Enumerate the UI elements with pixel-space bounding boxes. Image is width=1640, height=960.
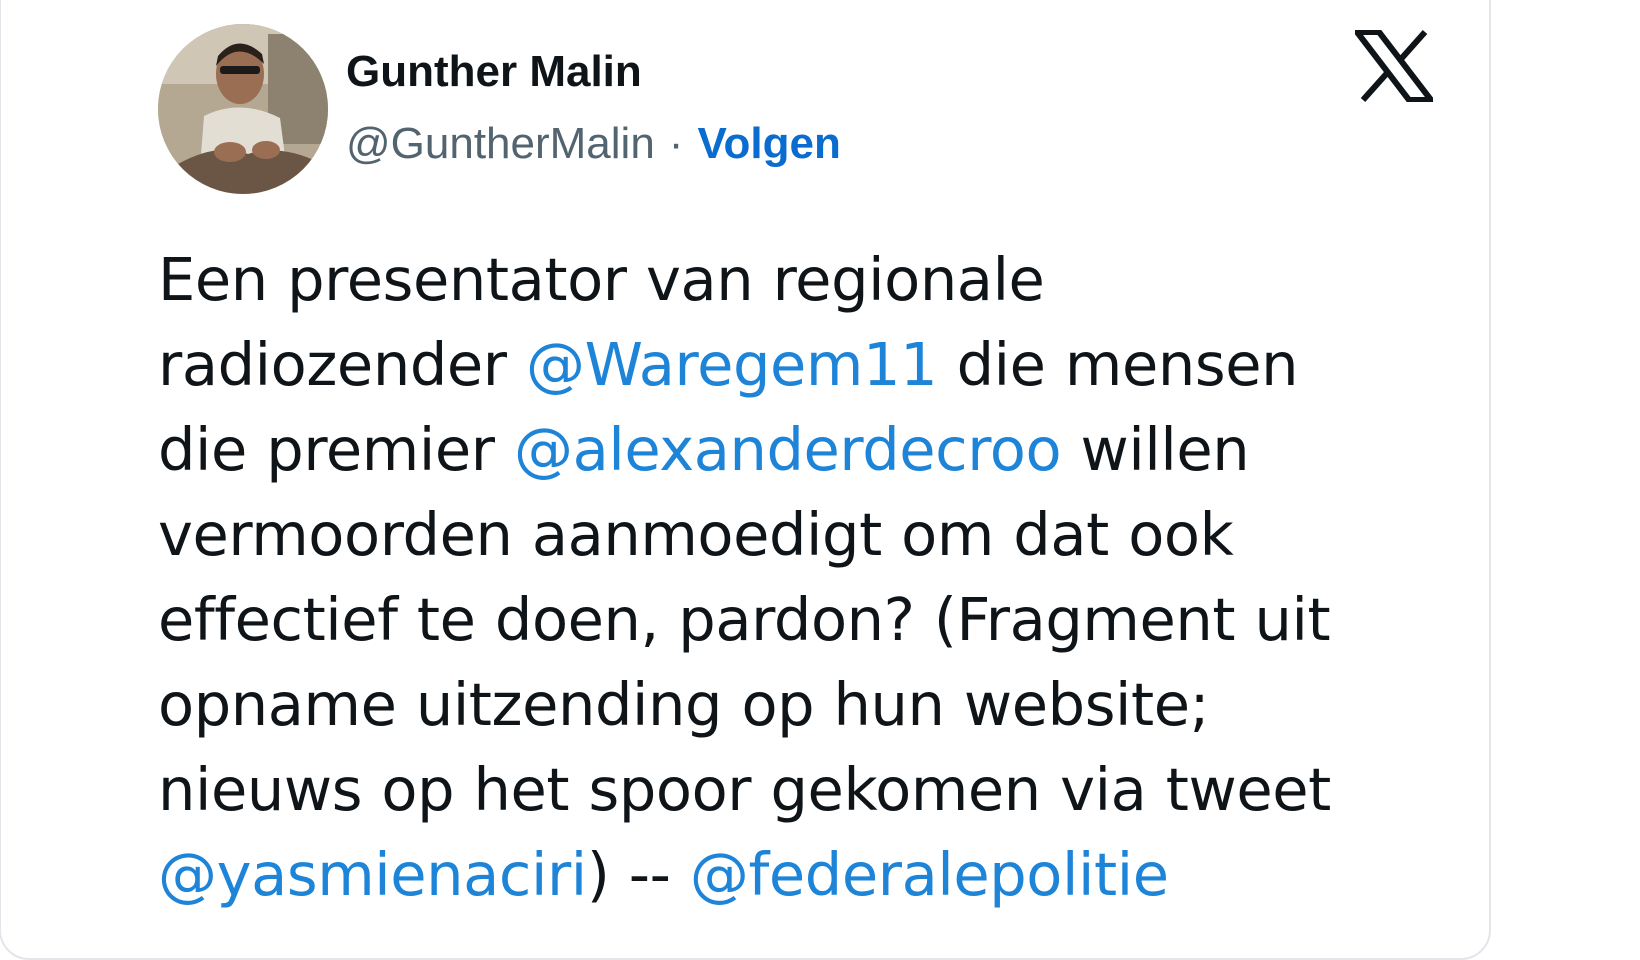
tweet-line: @yasmienaciri) -- @federalepolitie [158,832,1458,917]
tweet-line: nieuws op het spoor gekomen via tweet [158,755,1331,824]
tweet-text-segment: willen [1061,415,1250,484]
tweet-text-segment: die mensen [937,330,1299,399]
separator-dot: · [668,119,684,168]
author-handle-row: @GuntherMalin · Volgen [346,116,841,172]
avatar-photo [158,24,328,194]
follow-button[interactable]: Volgen [697,119,840,168]
x-logo-icon[interactable] [1350,29,1438,103]
author-display-name[interactable]: Gunther Malin [346,44,642,100]
tweet-line: die premier @alexanderdecroo willen [158,407,1458,492]
mention-link[interactable]: @federalepolitie [690,840,1169,909]
tweet-line: effectief te doen, pardon? (Fragment uit [158,585,1331,654]
tweet-text-segment: die premier [158,415,514,484]
tweet-line: vermoorden aanmoedigt om dat ook [158,500,1234,569]
mention-link[interactable]: @alexanderdecroo [514,415,1062,484]
mention-link[interactable]: @yasmienaciri [158,840,587,909]
tweet-text-segment: radiozender [158,330,526,399]
tweet-text: Een presentator van regionale radiozende… [158,237,1458,917]
mention-link[interactable]: @Waregem11 [526,330,938,399]
tweet-line: opname uitzending op hun website; [158,670,1210,739]
author-handle[interactable]: @GuntherMalin [346,119,655,168]
tweet-line: radiozender @Waregem11 die mensen [158,322,1458,407]
avatar[interactable] [158,24,328,194]
tweet-text-segment: ) -- [586,840,690,909]
tweet-line: Een presentator van regionale [158,245,1045,314]
